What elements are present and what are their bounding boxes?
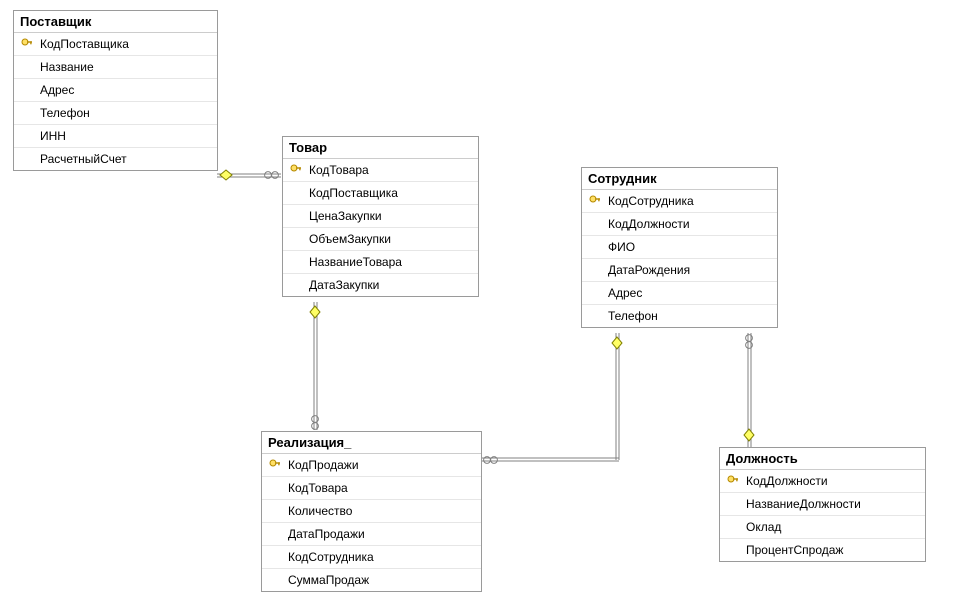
- field-name: ЦенаЗакупки: [305, 209, 382, 223]
- table-title: Должность: [720, 448, 925, 470]
- table-row[interactable]: Адрес: [582, 282, 777, 305]
- field-name: КодПоставщика: [36, 37, 129, 51]
- table-row[interactable]: Адрес: [14, 79, 217, 102]
- table-row[interactable]: КодТовара: [262, 477, 481, 500]
- table-product[interactable]: Товар КодТовара КодПоставщика ЦенаЗакупк…: [282, 136, 479, 297]
- key-icon: [269, 459, 281, 471]
- table-row[interactable]: НазваниеТовара: [283, 251, 478, 274]
- key-icon: [290, 164, 302, 176]
- table-employee[interactable]: Сотрудник КодСотрудника КодДолжности ФИО…: [581, 167, 778, 328]
- table-row[interactable]: Название: [14, 56, 217, 79]
- field-name: ПроцентСпродаж: [742, 543, 843, 557]
- table-row[interactable]: НазваниеДолжности: [720, 493, 925, 516]
- table-row[interactable]: КодСотрудника: [582, 190, 777, 213]
- field-name: Адрес: [604, 286, 642, 300]
- field-name: ДатаРождения: [604, 263, 690, 277]
- table-row[interactable]: ДатаПродажи: [262, 523, 481, 546]
- table-row[interactable]: Телефон: [582, 305, 777, 327]
- field-name: ОбъемЗакупки: [305, 232, 391, 246]
- table-row[interactable]: КодПоставщика: [283, 182, 478, 205]
- table-row[interactable]: КодПоставщика: [14, 33, 217, 56]
- rel-position-employee: [744, 333, 754, 447]
- rel-supplier-product: [217, 170, 281, 180]
- table-row[interactable]: КодТовара: [283, 159, 478, 182]
- table-row[interactable]: Телефон: [14, 102, 217, 125]
- field-name: КодДолжности: [742, 474, 828, 488]
- table-title: Поставщик: [14, 11, 217, 33]
- table-supplier[interactable]: Поставщик КодПоставщика Название Адрес Т…: [13, 10, 218, 171]
- table-row[interactable]: ДатаРождения: [582, 259, 777, 282]
- table-row[interactable]: Оклад: [720, 516, 925, 539]
- field-name: КодПоставщика: [305, 186, 398, 200]
- field-name: Адрес: [36, 83, 74, 97]
- diagram-canvas: Поставщик КодПоставщика Название Адрес Т…: [0, 0, 963, 609]
- key-icon: [21, 38, 33, 50]
- field-name: Телефон: [36, 106, 90, 120]
- key-icon: [589, 195, 601, 207]
- table-row[interactable]: ОбъемЗакупки: [283, 228, 478, 251]
- table-title: Реализация_: [262, 432, 481, 454]
- table-row[interactable]: ДатаЗакупки: [283, 274, 478, 296]
- field-name: Количество: [284, 504, 352, 518]
- field-name: Оклад: [742, 520, 781, 534]
- field-name: НазваниеДолжности: [742, 497, 861, 511]
- rel-product-realization: [310, 302, 320, 430]
- field-name: КодДолжности: [604, 217, 690, 231]
- field-name: КодСотрудника: [604, 194, 694, 208]
- rel-employee-realization: [481, 333, 622, 463]
- table-realization[interactable]: Реализация_ КодПродажи КодТовара Количес…: [261, 431, 482, 592]
- table-row[interactable]: ЦенаЗакупки: [283, 205, 478, 228]
- field-name: Телефон: [604, 309, 658, 323]
- field-name: КодТовара: [305, 163, 369, 177]
- field-name: КодПродажи: [284, 458, 359, 472]
- field-name: КодТовара: [284, 481, 348, 495]
- table-row[interactable]: КодДолжности: [720, 470, 925, 493]
- table-row[interactable]: РасчетныйСчет: [14, 148, 217, 170]
- field-name: ДатаПродажи: [284, 527, 365, 541]
- table-position[interactable]: Должность КодДолжности НазваниеДолжности…: [719, 447, 926, 562]
- field-name: КодСотрудника: [284, 550, 374, 564]
- table-row[interactable]: КодДолжности: [582, 213, 777, 236]
- field-name: ФИО: [604, 240, 635, 254]
- table-row[interactable]: Количество: [262, 500, 481, 523]
- table-row[interactable]: ИНН: [14, 125, 217, 148]
- table-title: Сотрудник: [582, 168, 777, 190]
- key-icon: [727, 475, 739, 487]
- field-name: РасчетныйСчет: [36, 152, 127, 166]
- table-row[interactable]: ПроцентСпродаж: [720, 539, 925, 561]
- field-name: ДатаЗакупки: [305, 278, 379, 292]
- table-row[interactable]: КодПродажи: [262, 454, 481, 477]
- table-title: Товар: [283, 137, 478, 159]
- table-row[interactable]: КодСотрудника: [262, 546, 481, 569]
- field-name: СуммаПродаж: [284, 573, 369, 587]
- field-name: ИНН: [36, 129, 66, 143]
- field-name: НазваниеТовара: [305, 255, 402, 269]
- table-row[interactable]: СуммаПродаж: [262, 569, 481, 591]
- field-name: Название: [36, 60, 94, 74]
- table-row[interactable]: ФИО: [582, 236, 777, 259]
